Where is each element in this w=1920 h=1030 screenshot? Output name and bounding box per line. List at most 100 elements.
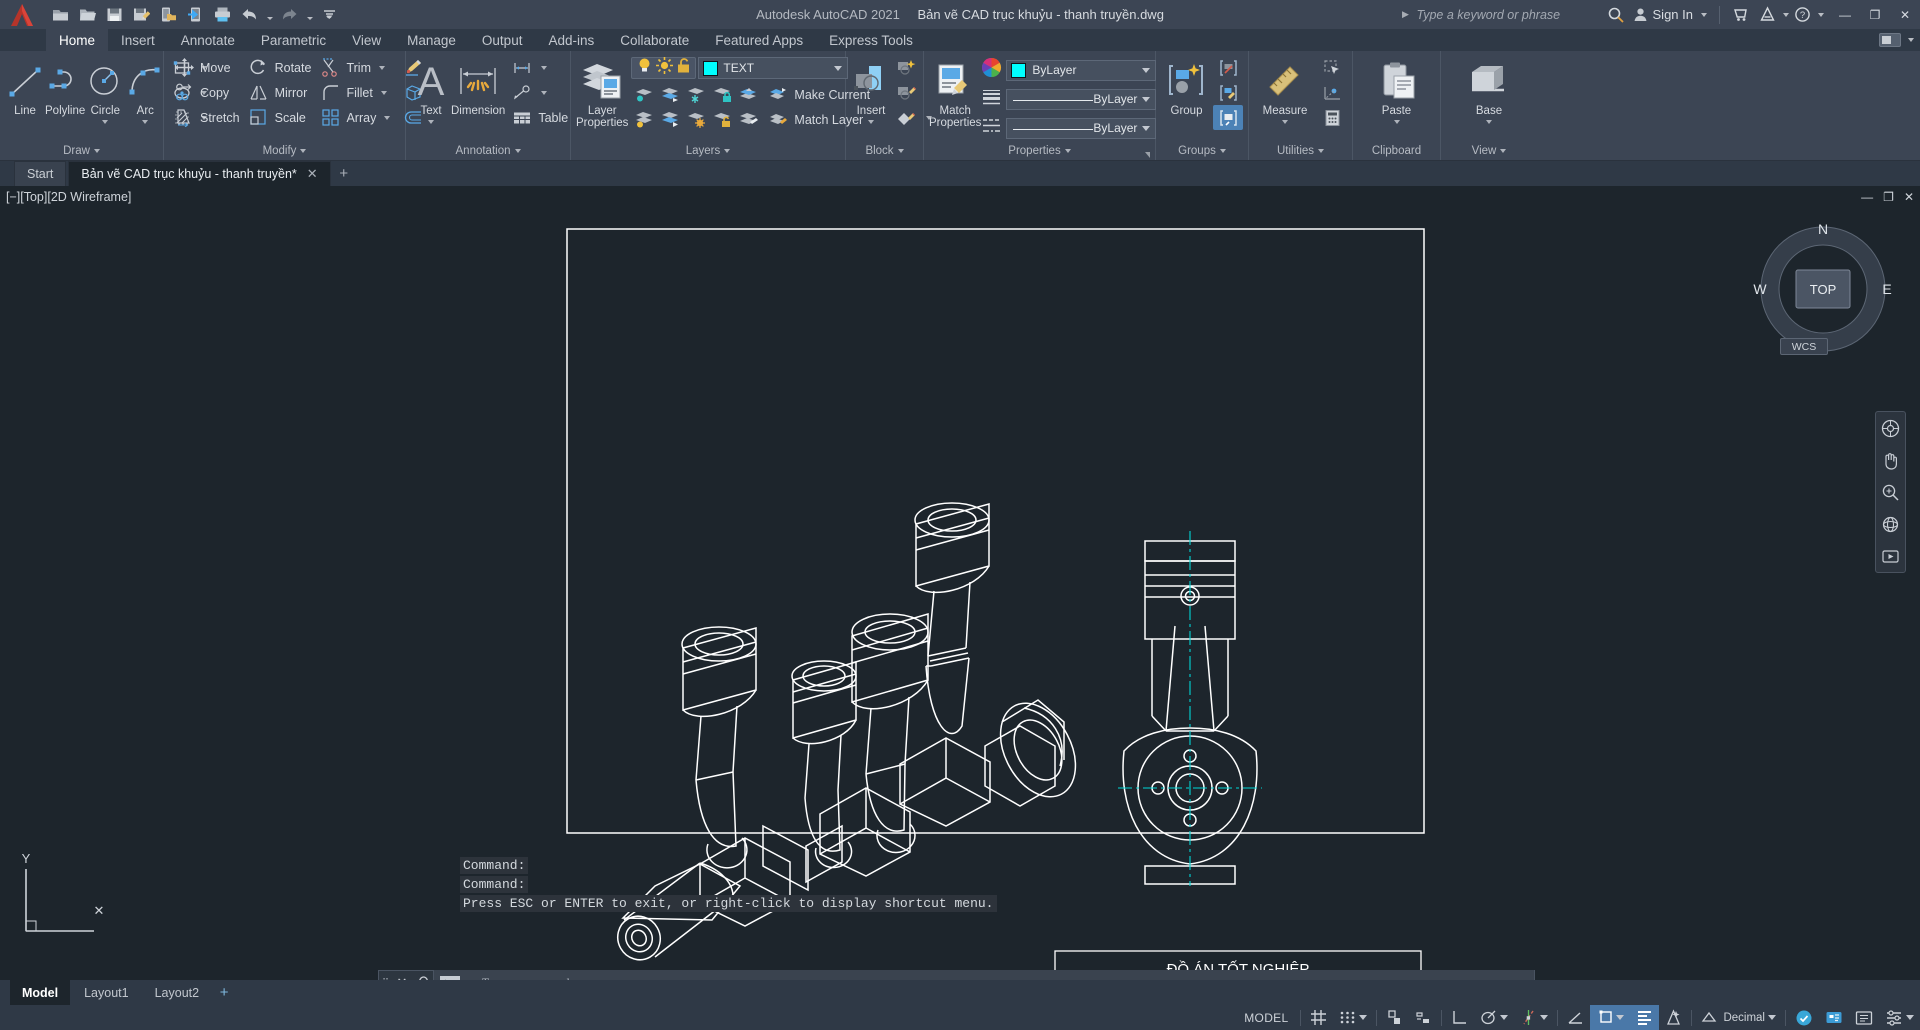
orbit-icon[interactable] bbox=[1879, 513, 1903, 535]
panel-draw-title[interactable]: Draw bbox=[0, 142, 163, 160]
group-edit-button[interactable] bbox=[1213, 80, 1243, 105]
panel-properties-title[interactable]: Properties bbox=[924, 142, 1155, 160]
sign-in-button[interactable]: Sign In bbox=[1629, 7, 1711, 22]
customize-qat-button[interactable] bbox=[317, 2, 342, 27]
grid-display-button[interactable] bbox=[1304, 1005, 1333, 1030]
plot-button[interactable] bbox=[210, 2, 235, 27]
layer-delete-icon[interactable] bbox=[735, 107, 761, 132]
tab-annotate[interactable]: Annotate bbox=[168, 29, 248, 51]
open-from-web-button[interactable] bbox=[156, 2, 181, 27]
tab-home[interactable]: Home bbox=[46, 29, 109, 51]
snap-mode-button[interactable] bbox=[1333, 1005, 1373, 1030]
modify-stretch-button[interactable]: Stretch bbox=[169, 105, 244, 130]
ucs-badge[interactable]: WCS bbox=[1780, 338, 1828, 355]
layer-isolate-icon[interactable] bbox=[657, 82, 683, 107]
fullnav-wheel-icon[interactable] bbox=[1879, 417, 1903, 439]
match-properties-button[interactable]: Match Properties bbox=[929, 55, 981, 129]
minimize-button[interactable]: — bbox=[1830, 0, 1860, 29]
file-tab-drawing[interactable]: Bản vẽ CAD trục khuỷu - thanh truyền* ✕ bbox=[68, 161, 331, 186]
dimstyle-dropdown-icon[interactable] bbox=[541, 65, 548, 70]
modify-copy-button[interactable]: Copy bbox=[169, 80, 244, 105]
group-selection-button[interactable] bbox=[1213, 105, 1243, 130]
new-file-button[interactable] bbox=[48, 2, 73, 27]
maximize-button[interactable]: ❐ bbox=[1860, 0, 1890, 29]
modify-rotate-button[interactable]: Rotate bbox=[244, 55, 316, 80]
base-dropdown-icon[interactable] bbox=[1486, 120, 1492, 124]
search-input[interactable]: Type a keyword or phrase bbox=[1413, 8, 1603, 22]
transparency-dropdown-icon[interactable] bbox=[1616, 1015, 1625, 1020]
save-file-button[interactable] bbox=[102, 2, 127, 27]
layer-unisolate-icon[interactable] bbox=[657, 107, 683, 132]
redo-dropdown-icon[interactable] bbox=[304, 2, 315, 27]
polar-tracking-button[interactable] bbox=[1409, 1005, 1438, 1030]
modify-move-button[interactable]: Move bbox=[169, 55, 244, 80]
draw-circle-button[interactable]: Circle bbox=[85, 55, 125, 124]
tab-output[interactable]: Output bbox=[469, 29, 536, 51]
osnap3d-dropdown-icon[interactable] bbox=[1500, 1015, 1509, 1020]
units-dropdown-icon[interactable] bbox=[1768, 1015, 1776, 1020]
selection-cycling-button[interactable] bbox=[1630, 1005, 1660, 1030]
clean-screen-button[interactable] bbox=[1849, 1005, 1879, 1030]
showmotion-icon[interactable] bbox=[1879, 545, 1903, 567]
undo-dropdown-icon[interactable] bbox=[264, 2, 275, 27]
draw-polyline-button[interactable]: Polyline bbox=[45, 55, 85, 117]
linetype-combo[interactable]: ByLayer bbox=[1006, 117, 1157, 139]
current-layer-combo[interactable]: TEXT bbox=[698, 57, 849, 79]
modify-fillet-button[interactable]: Fillet bbox=[315, 80, 394, 105]
layer-unlock-icon[interactable] bbox=[709, 107, 735, 132]
view-cube[interactable]: TOP N E S W bbox=[1748, 214, 1891, 358]
modify-array-button[interactable]: Array bbox=[315, 105, 394, 130]
panel-utilities-expand-icon[interactable] bbox=[1318, 149, 1325, 153]
hardware-acceleration-button[interactable] bbox=[1819, 1005, 1849, 1030]
array-dropdown-icon[interactable] bbox=[384, 115, 391, 120]
close-button[interactable]: ✕ bbox=[1890, 0, 1920, 29]
new-tab-button[interactable]: + bbox=[333, 161, 355, 186]
linetype-icon[interactable] bbox=[981, 115, 1002, 141]
autodesk-account-icon[interactable] bbox=[1754, 2, 1780, 28]
panel-utilities-title[interactable]: Utilities bbox=[1249, 142, 1352, 160]
layer-thaw-icon[interactable] bbox=[683, 107, 709, 132]
trim-dropdown-icon[interactable] bbox=[378, 65, 385, 70]
annotation-text-button[interactable]: A Text bbox=[411, 55, 451, 124]
paste-dropdown-icon[interactable] bbox=[1393, 120, 1400, 124]
modify-mirror-button[interactable]: Mirror bbox=[244, 80, 316, 105]
draw-line-button[interactable]: Line bbox=[5, 55, 45, 117]
file-tab-start[interactable]: Start bbox=[14, 161, 67, 186]
text-dropdown-icon[interactable] bbox=[428, 120, 434, 124]
modify-trim-button[interactable]: Trim bbox=[315, 55, 394, 80]
annotation-table-button[interactable]: Table bbox=[507, 105, 572, 130]
lineweight-icon[interactable] bbox=[981, 86, 1002, 112]
ortho-mode-button[interactable] bbox=[1380, 1005, 1409, 1030]
autocad-logo-icon[interactable] bbox=[0, 0, 44, 29]
object-snap-tracking-button[interactable] bbox=[1514, 1005, 1554, 1030]
help-search[interactable]: ▶ Type a keyword or phrase bbox=[1399, 8, 1603, 22]
tab-view[interactable]: View bbox=[339, 29, 394, 51]
panel-view-expand-icon[interactable] bbox=[1500, 149, 1507, 153]
object-color-combo[interactable]: ByLayer bbox=[1006, 59, 1157, 81]
quick-select-button[interactable] bbox=[1317, 55, 1347, 80]
modify-scale-button[interactable]: Scale bbox=[244, 105, 316, 130]
customization-dropdown-icon[interactable] bbox=[1906, 1015, 1914, 1020]
undo-button[interactable] bbox=[237, 2, 262, 27]
help-icon[interactable]: ? bbox=[1789, 2, 1815, 28]
layer-freeze-icon[interactable] bbox=[683, 82, 709, 107]
color-wheel-icon[interactable] bbox=[981, 57, 1002, 83]
annotation-leader-button[interactable] bbox=[507, 80, 572, 105]
pan-hand-icon[interactable] bbox=[1879, 449, 1903, 471]
units-button[interactable]: Decimal bbox=[1695, 1005, 1782, 1030]
panel-layers-title[interactable]: Layers bbox=[571, 142, 845, 160]
annotation-dimension-button[interactable]: Dimension bbox=[451, 55, 505, 117]
drawing-viewport[interactable]: [−][Top][2D Wireframe] — ❐ ✕ TOP N E W W… bbox=[0, 186, 1920, 980]
panel-annotation-title[interactable]: Annotation bbox=[406, 142, 570, 160]
measure-dropdown-icon[interactable] bbox=[1282, 120, 1288, 124]
save-to-web-button[interactable] bbox=[183, 2, 208, 27]
tab-express-tools[interactable]: Express Tools bbox=[816, 29, 926, 51]
ungroup-button[interactable] bbox=[1213, 55, 1243, 80]
circle-dropdown-icon[interactable] bbox=[102, 120, 109, 124]
panel-block-expand-icon[interactable] bbox=[897, 149, 904, 153]
annotation-monitor-button[interactable] bbox=[1659, 1005, 1688, 1030]
autodesk-app-store-icon[interactable] bbox=[1728, 2, 1754, 28]
tab-featured-apps[interactable]: Featured Apps bbox=[702, 29, 816, 51]
panel-draw-expand-icon[interactable] bbox=[93, 149, 100, 153]
lineweight-combo-caret-icon[interactable] bbox=[1142, 96, 1151, 102]
